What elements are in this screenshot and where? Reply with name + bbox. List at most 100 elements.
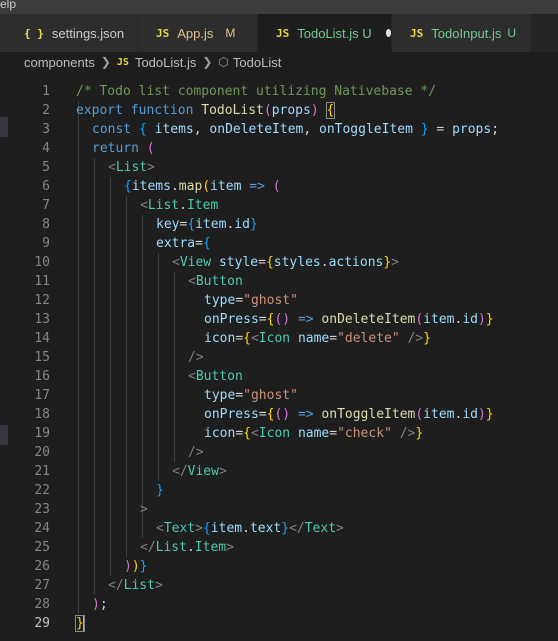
code-line[interactable]: 19 icon={<Icon name="check" />} [0,424,558,443]
code-token: ( [415,407,424,422]
code-token: map [178,179,203,194]
code-text: type="ghost" [204,386,298,405]
code-token: = [195,236,203,251]
code-line[interactable]: 14 icon={<Icon name="delete" />} [0,329,558,348]
code-token: ) [92,597,100,612]
code-token: { [202,521,211,536]
tab-app-js[interactable]: JS App.js M [138,14,258,52]
code-line[interactable]: 1 /* Todo list component utilizing Native… [0,82,558,101]
code-text: <Button [188,272,243,291]
code-token: text [249,521,282,536]
code-line[interactable]: 7 <List.Item [0,196,558,215]
code-line[interactable]: 18 onPress={() => onToggleItem(item.id)} [0,405,558,424]
code-token: View [187,464,219,479]
line-number: 22 [34,483,50,498]
code-token: > [154,578,163,593]
code-text: /> [188,348,204,367]
menu-help[interactable]: elp [0,0,16,11]
code-line[interactable]: 13 onPress={() => onDeleteItem(item.id)} [0,310,558,329]
line-number: 11 [34,274,50,289]
code-line[interactable]: 27 </List> [0,576,558,595]
line-number: 2 [42,103,50,118]
code-line[interactable]: 15 /> [0,348,558,367]
code-token: id [234,217,250,232]
code-line[interactable]: 10 <View style={styles.actions}> [0,253,558,272]
code-text: ); [92,595,108,614]
code-token: { [124,179,132,194]
code-token: Item [194,540,227,555]
tab-label: settings.json [51,25,125,41]
line-number: 28 [34,597,50,612]
code-token: name [297,426,330,441]
code-line[interactable]: 22} [0,481,558,500]
code-text: return ( [92,139,155,158]
tab-label: TodoInput.js [431,25,502,41]
code-token: . [186,540,195,555]
code-token: . [320,255,329,270]
code-token: . [170,179,179,194]
code-line[interactable]: 25 </List.Item> [0,538,558,557]
code-text: <List> [108,158,155,177]
line-number: 1 [42,84,50,99]
breadcrumb-file[interactable]: TodoList.js [135,55,196,70]
code-text: icon={<Icon name="check" />} [204,424,423,443]
json-file-icon: { } [24,26,44,40]
code-line[interactable]: 28); [0,595,558,614]
code-line[interactable]: 8 key={item.id} [0,215,558,234]
code-token: () [274,312,291,327]
code-line[interactable]: 5 <List> [0,158,558,177]
code-text: type="ghost" [204,291,298,310]
code-token: = [428,122,453,137]
code-line[interactable]: 20 /> [0,443,558,462]
code-line[interactable]: 16 <Button [0,367,558,386]
code-token: </ [108,578,124,593]
breadcrumb-symbol[interactable]: TodoList [233,55,281,70]
code-line[interactable]: 26))} [0,557,558,576]
git-untracked-badge: U [507,26,517,40]
tab-todolist-js[interactable]: JS TodoList.js U [258,14,392,52]
code-text: <Button [188,367,243,386]
breadcrumb-folder[interactable]: components [24,55,95,70]
code-line[interactable]: 23 > [0,500,558,519]
code-text: {items.map(item => ( [124,177,281,196]
code-line[interactable]: 29} [0,614,558,633]
code-token: </ [172,464,188,479]
code-token: = [329,426,338,441]
code-token: < [156,521,164,536]
code-token: > [391,255,400,270]
tab-label: App.js [177,25,214,41]
code-token: type [204,388,236,403]
code-line[interactable]: 6 {items.map(item => ( [0,177,558,196]
code-token: Button [195,274,243,289]
line-number: 16 [34,369,50,384]
code-line[interactable]: 9 extra={ [0,234,558,253]
code-token: < [172,255,180,270]
code-token: ; [491,122,500,137]
code-line[interactable]: 24 <Text>{item.text}</Text> [0,519,558,538]
code-line[interactable]: 2 export function TodoList(props) { [0,101,558,120]
line-number: 23 [34,502,50,517]
code-token: id [462,407,478,422]
code-token: ( [146,141,155,156]
code-token: TodoList [201,103,264,118]
code-line[interactable]: 3 const { items, onDeleteItem, onToggleIt… [0,120,558,139]
code-line[interactable]: 11 <Button [0,272,558,291]
tab-settings-json[interactable]: { } settings.json [0,14,138,52]
code-line[interactable]: 17 type="ghost" [0,386,558,405]
tab-todoinput-js[interactable]: JS TodoInput.js U [392,14,532,52]
code-token: > [226,540,234,555]
code-token: </ [289,521,305,536]
code-token: ) [477,312,486,327]
code-editor[interactable]: 1 /* Todo list component utilizing Native… [0,72,558,641]
code-line[interactable]: 4 return ( [0,139,558,158]
code-line[interactable]: 21 </View> [0,462,558,481]
unsaved-changes-dot-icon[interactable] [385,29,391,37]
code-token: > [140,502,148,517]
code-line[interactable]: 12 type="ghost" [0,291,558,310]
